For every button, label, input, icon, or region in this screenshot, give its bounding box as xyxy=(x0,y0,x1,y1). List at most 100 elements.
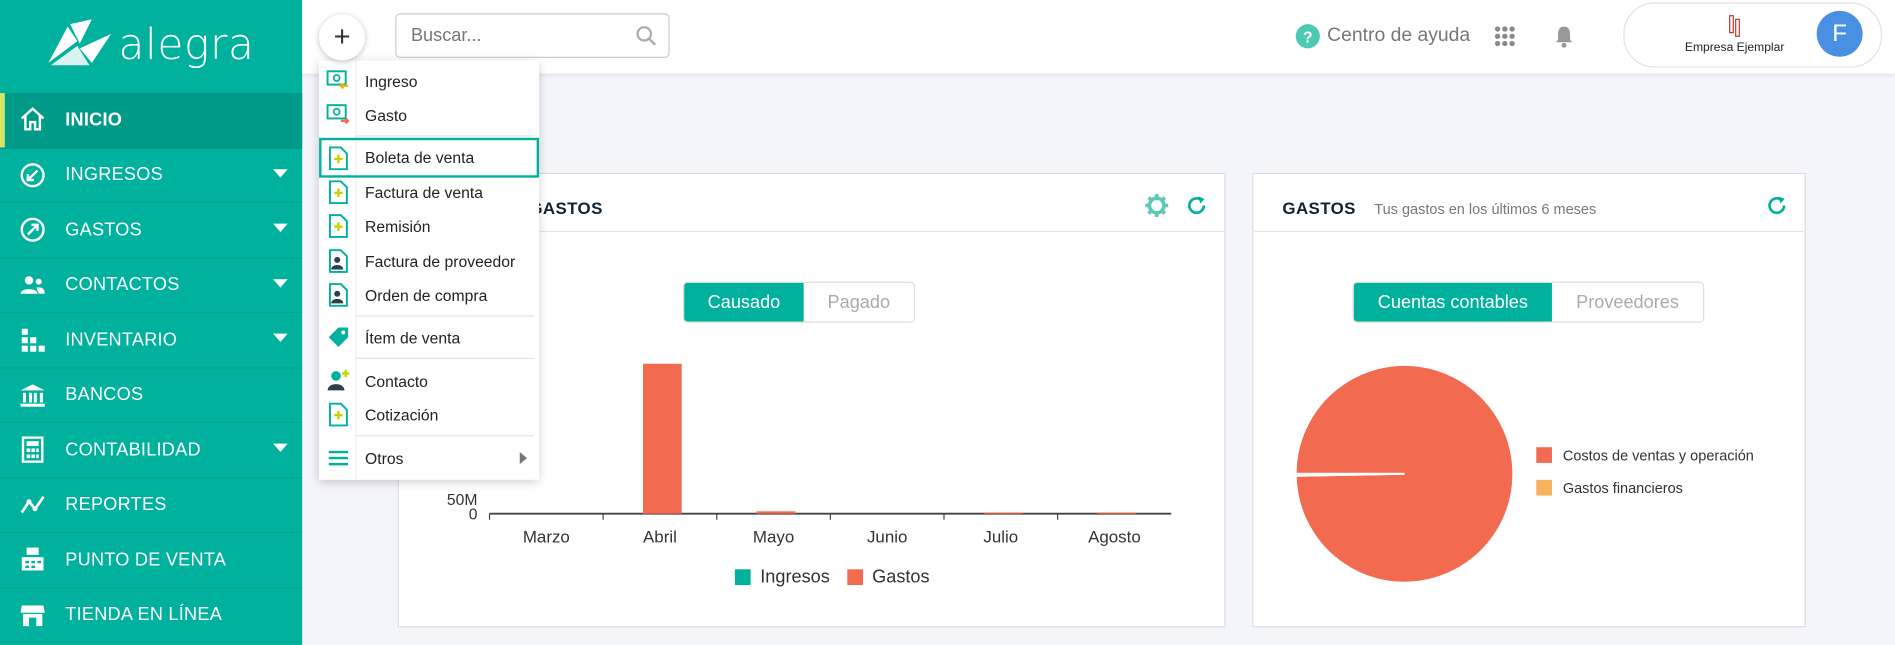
expense-doc-icon xyxy=(326,103,350,127)
sidebar-item-punto-de-venta[interactable]: PUNTO DE VENTA xyxy=(0,533,303,589)
menu-item-label: Boleta de venta xyxy=(365,148,475,167)
bar-gastos-abril[interactable] xyxy=(643,363,682,514)
supplier-doc-icon xyxy=(326,283,350,307)
reports-icon xyxy=(19,492,46,519)
search-box[interactable] xyxy=(395,13,670,59)
search-input[interactable] xyxy=(408,24,631,48)
sidebar-item-inicio[interactable]: INICIO xyxy=(0,93,303,149)
help-center-label: Centro de ayuda xyxy=(1327,25,1471,46)
brand-name: alegra xyxy=(118,21,255,71)
pos-icon xyxy=(19,547,46,574)
sidebar-item-contactos[interactable]: CONTACTOS xyxy=(0,258,303,314)
sidebar-item-tienda-en-línea[interactable]: TIENDA EN LÍNEA xyxy=(0,588,303,644)
menu-separator xyxy=(355,135,535,137)
help-icon: ? xyxy=(1295,24,1320,49)
sidebar-item-label: CONTABILIDAD xyxy=(65,439,201,461)
alegra-logo[interactable]: alegra xyxy=(44,17,286,75)
menu-item-label: Factura de proveedor xyxy=(365,252,516,271)
menu-separator xyxy=(355,357,535,359)
legend-swatch-gastos xyxy=(846,569,863,586)
sidebar-item-label: CONTACTOS xyxy=(65,274,180,296)
sidebar-item-gastos[interactable]: GASTOS xyxy=(0,203,303,259)
menu-item-factura-de-proveedor[interactable]: Factura de proveedor xyxy=(319,245,539,276)
pie-legend-swatch xyxy=(1536,479,1552,496)
sidebar-item-ingresos[interactable]: INGRESOS xyxy=(0,148,303,204)
income-icon xyxy=(19,162,46,189)
sidebar-nav: INICIO INGRESOS GASTOS CONTACTOS INVENTARIO B… xyxy=(0,93,303,644)
sidebar-item-inventario[interactable]: INVENTARIO xyxy=(0,313,303,369)
supplier-doc-icon xyxy=(326,249,350,273)
menu-lines-icon xyxy=(326,446,350,470)
sidebar-item-bancos[interactable]: BANCOS xyxy=(0,368,303,424)
menu-item-gasto[interactable]: Gasto xyxy=(319,99,539,130)
accounting-icon xyxy=(19,436,46,464)
quick-add-button[interactable]: + xyxy=(319,14,366,61)
menu-item-boleta-de-venta[interactable]: Boleta de venta xyxy=(319,137,540,178)
new-doc-icon xyxy=(326,180,350,205)
x-tick-label: Agosto xyxy=(1088,528,1141,547)
new-doc-icon xyxy=(326,145,350,170)
menu-item-remision[interactable]: Remisión xyxy=(319,210,539,241)
pie-legend-label: Gastos financieros xyxy=(1563,481,1683,497)
chevron-down-icon[interactable] xyxy=(273,223,288,233)
help-center-link[interactable]: ? Centro de ayuda xyxy=(1295,24,1471,49)
sidebar: alegra INICIO INGRESOS GASTOS CONTACTOS INVE… xyxy=(0,0,303,645)
menu-item-ingreso[interactable]: Ingreso xyxy=(319,65,539,96)
menu-separator xyxy=(355,315,535,317)
y-tick-label: 0 xyxy=(469,507,478,524)
chevron-right-icon xyxy=(519,452,527,465)
menu-item-otros[interactable]: Otros xyxy=(319,442,539,473)
plus-icon: + xyxy=(333,20,351,54)
company-logo xyxy=(1729,15,1740,37)
sidebar-item-label: INGRESOS xyxy=(65,164,163,186)
chevron-down-icon[interactable] xyxy=(273,443,288,453)
menu-item-label: Contacto xyxy=(365,371,428,390)
sidebar-item-contabilidad[interactable]: CONTABILIDAD xyxy=(0,423,303,479)
menu-item-factura-de-venta[interactable]: Factura de venta xyxy=(319,176,539,207)
sidebar-item-label: GASTOS xyxy=(65,219,142,241)
alegra-logo-icon xyxy=(48,19,112,66)
sidebar-item-reportes[interactable]: REPORTES xyxy=(0,478,303,534)
sidebar-item-label: INICIO xyxy=(65,109,123,131)
company-selector[interactable]: Empresa Ejemplar F xyxy=(1623,2,1882,68)
pie-legend-swatch xyxy=(1536,447,1552,463)
x-tick-label: Junio xyxy=(867,528,907,547)
bar-gastos-mayo[interactable] xyxy=(756,511,796,514)
chevron-down-icon[interactable] xyxy=(273,333,288,343)
chevron-down-icon[interactable] xyxy=(273,278,288,288)
inventory-icon xyxy=(19,327,46,354)
menu-item-label: Otros xyxy=(365,449,404,468)
bar-gastos-agosto[interactable] xyxy=(1097,512,1137,514)
menu-item-cotizacion[interactable]: Cotización xyxy=(319,399,539,430)
apps-grid-icon[interactable] xyxy=(1494,25,1516,47)
store-icon xyxy=(19,602,46,629)
add-contact-icon xyxy=(326,369,350,393)
sidebar-item-label: BANCOS xyxy=(65,384,144,406)
sidebar-item-label: TIENDA EN LÍNEA xyxy=(65,604,223,626)
menu-item-item-de-venta[interactable]: Ítem de venta xyxy=(319,322,539,353)
expenses-pie-chart: Costos de ventas y operación Gastos finan… xyxy=(1294,364,1754,584)
new-doc-icon xyxy=(326,402,350,427)
expenses-card: GASTOS Tus gastos en los últimos 6 meses… xyxy=(1252,172,1806,628)
x-tick-label: Julio xyxy=(983,528,1018,547)
sidebar-item-label: INVENTARIO xyxy=(65,329,178,351)
bar-gastos-julio[interactable] xyxy=(983,512,1023,514)
home-icon xyxy=(19,107,46,134)
user-avatar[interactable]: F xyxy=(1816,10,1863,57)
menu-item-label: Factura de venta xyxy=(365,183,483,202)
menu-item-label: Remisión xyxy=(365,216,431,236)
legend-gastos: Gastos xyxy=(872,566,930,588)
company-name: Empresa Ejemplar xyxy=(1684,41,1785,55)
bell-icon[interactable] xyxy=(1553,25,1575,48)
menu-item-contacto[interactable]: Contacto xyxy=(319,365,539,396)
search-icon[interactable] xyxy=(636,25,657,46)
menu-separator xyxy=(355,435,535,437)
expense-icon xyxy=(19,217,46,244)
menu-item-orden-de-compra[interactable]: Orden de compra xyxy=(319,279,539,310)
chevron-down-icon[interactable] xyxy=(273,168,288,178)
quick-add-menu: Ingreso Gasto Boleta de venta Factura de ve… xyxy=(319,60,540,480)
y-tick-label: 50M xyxy=(447,492,478,509)
menu-item-label: Cotización xyxy=(365,405,439,424)
bar-chart-legend: Ingresos Gastos xyxy=(734,566,930,588)
menu-item-label: Ingreso xyxy=(365,71,418,91)
